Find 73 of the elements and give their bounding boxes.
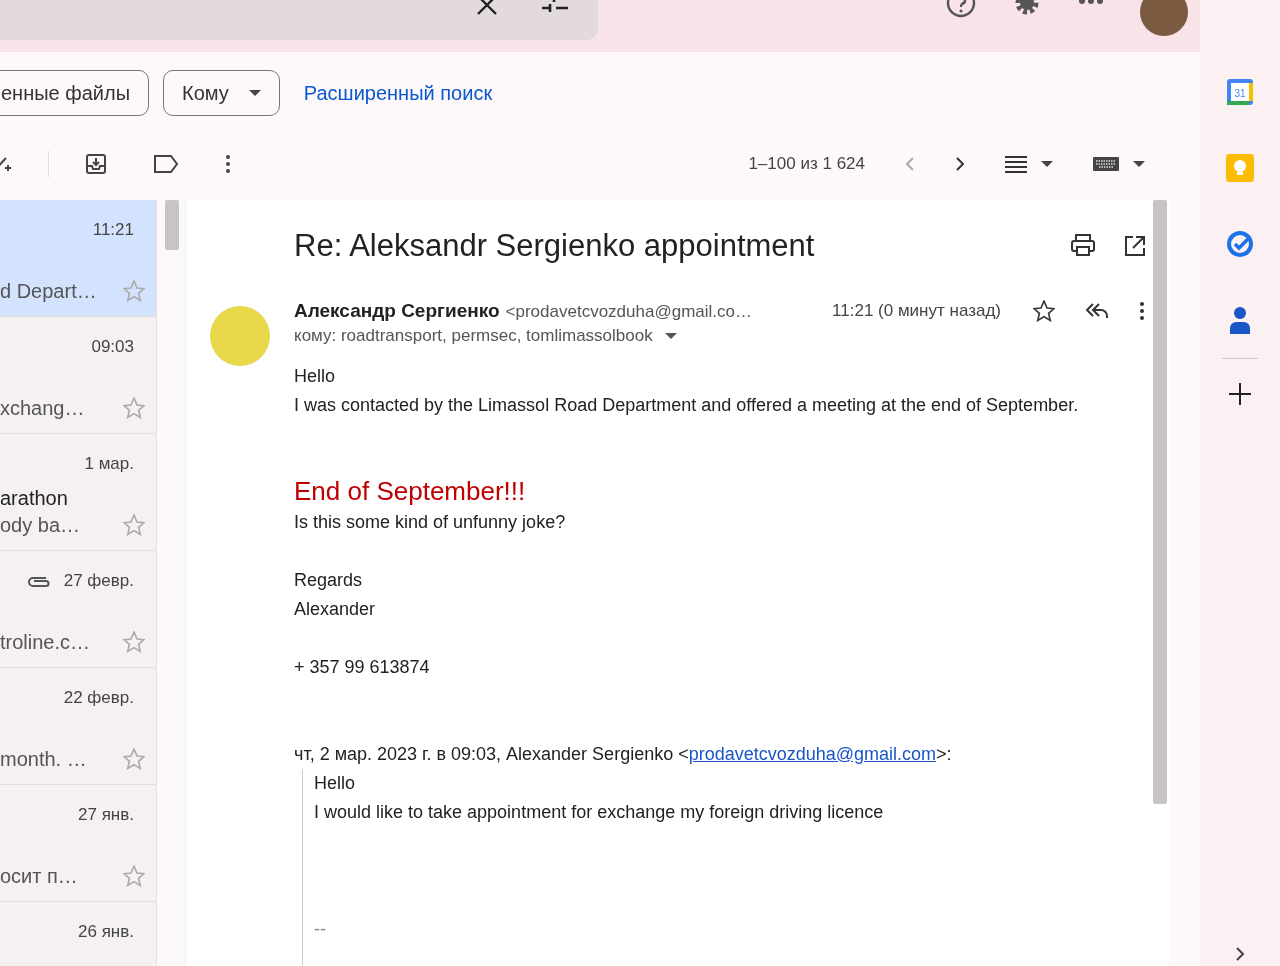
open-in-new-window-icon[interactable] — [1123, 234, 1147, 258]
print-icon[interactable] — [1071, 234, 1095, 256]
body-text: Alexander — [294, 598, 377, 621]
message-list-item[interactable]: 1 мар. arathon ody ba… — [0, 434, 156, 551]
caret-icon[interactable] — [248, 90, 261, 96]
next-page-icon[interactable] — [955, 156, 965, 172]
quoted-text: I would like to take appointment for exchange my foreign driving licence — [314, 801, 885, 824]
message-snippet: ody ba… — [0, 513, 82, 537]
message-snippet: troline.c… — [0, 630, 92, 654]
star-outline-icon[interactable] — [123, 865, 145, 887]
message-list-item[interactable]: 27 янв. осит п… — [0, 785, 156, 902]
email-link[interactable]: prodavetcvozduha@gmail.com — [688, 744, 937, 764]
filter-chip[interactable]: енные файлы — [0, 70, 150, 116]
message-list-item[interactable]: 27 февр. troline.c… — [0, 551, 156, 668]
email-subject: Re: Aleksandr Sergienko appointment — [294, 228, 815, 264]
scrollbar-thumb[interactable] — [1153, 200, 1167, 804]
account-avatar[interactable] — [1140, 0, 1188, 36]
star-outline-icon[interactable] — [1033, 300, 1055, 322]
recipients-text: кому: roadtransport, permsec, tomlimassolbook — [294, 326, 653, 346]
message-time: 22 февр. — [63, 688, 134, 708]
star-outline-icon[interactable] — [123, 280, 145, 302]
message-time: 26 янв. — [78, 922, 134, 942]
message-time: 27 янв. — [78, 805, 134, 825]
pagination-range: 1–100 из 1 624 — [748, 154, 865, 174]
label-icon[interactable] — [153, 154, 179, 174]
filter-chip[interactable]: Кому — [163, 70, 280, 116]
archive-icon[interactable] — [85, 153, 107, 175]
message-time: 1 мар. — [84, 454, 134, 474]
body-text: Is this some kind of unfunny joke? — [294, 511, 567, 534]
scrollbar-thumb[interactable] — [165, 200, 179, 250]
sender-name: Александр Сергиенко — [294, 300, 500, 321]
chevron-right-icon[interactable] — [1235, 946, 1245, 962]
caret-icon[interactable] — [1041, 161, 1053, 167]
sender-avatar — [210, 306, 270, 366]
add-icon[interactable] — [1229, 383, 1251, 405]
quoted-text: Hello — [314, 772, 357, 795]
message-snippet: d Depart… — [0, 279, 98, 303]
close-icon[interactable] — [476, 0, 498, 16]
caret-icon[interactable] — [1133, 161, 1145, 167]
star-outline-icon[interactable] — [123, 748, 145, 770]
density-icon[interactable] — [1005, 155, 1027, 173]
body-text: + 357 99 613874 — [294, 656, 431, 679]
person-icon[interactable] — [1228, 306, 1252, 334]
calendar-icon[interactable]: 31 — [1226, 78, 1254, 106]
message-time: 27 февр. — [63, 571, 134, 591]
message-snippet: month. … — [0, 747, 88, 771]
advanced-search-link[interactable]: Расширенный поиск — [303, 81, 493, 105]
message-subject: arathon — [0, 487, 68, 510]
message-list-item[interactable]: 11:21 d Depart… — [0, 200, 156, 317]
star-outline-icon[interactable] — [123, 514, 145, 536]
message-time: 11:21 (0 минут назад) — [832, 301, 1001, 321]
message-time: 11:21 — [92, 220, 134, 240]
body-highlight-text: End of September!!! — [294, 475, 527, 508]
more-icon[interactable] — [1139, 301, 1145, 321]
more-icon[interactable] — [225, 154, 231, 174]
message-snippet: xchang… — [0, 396, 86, 420]
sender-email: <prodavetcvozduha@gmail.co… — [505, 302, 752, 321]
keyboard-icon[interactable] — [1093, 157, 1119, 171]
body-text: I was contacted by the Limassol Road Department and offered a meeting at the end of September. — [294, 394, 1080, 417]
reply-all-icon[interactable] — [1085, 302, 1109, 320]
quote-header: чт, 2 мар. 2023 г. в 09:03, Alexander Sergienko <prodavetcvozduha@gmail.com>: — [294, 743, 953, 766]
signature-separator: -- — [314, 918, 327, 941]
body-text: Hello — [294, 365, 337, 388]
message-list-item[interactable]: 09:03 xchang… — [0, 317, 156, 434]
message-list-item[interactable]: 22 февр. month. … — [0, 668, 156, 785]
message-list-item[interactable]: 26 янв. — [0, 902, 156, 966]
message-time: 09:03 — [91, 337, 134, 357]
star-outline-icon[interactable] — [123, 631, 145, 653]
message-snippet: осит п… — [0, 864, 79, 888]
star-outline-icon[interactable] — [123, 397, 145, 419]
task-check-icon[interactable] — [1226, 230, 1254, 258]
body-text: Regards — [294, 569, 364, 592]
caret-icon[interactable] — [664, 333, 677, 339]
